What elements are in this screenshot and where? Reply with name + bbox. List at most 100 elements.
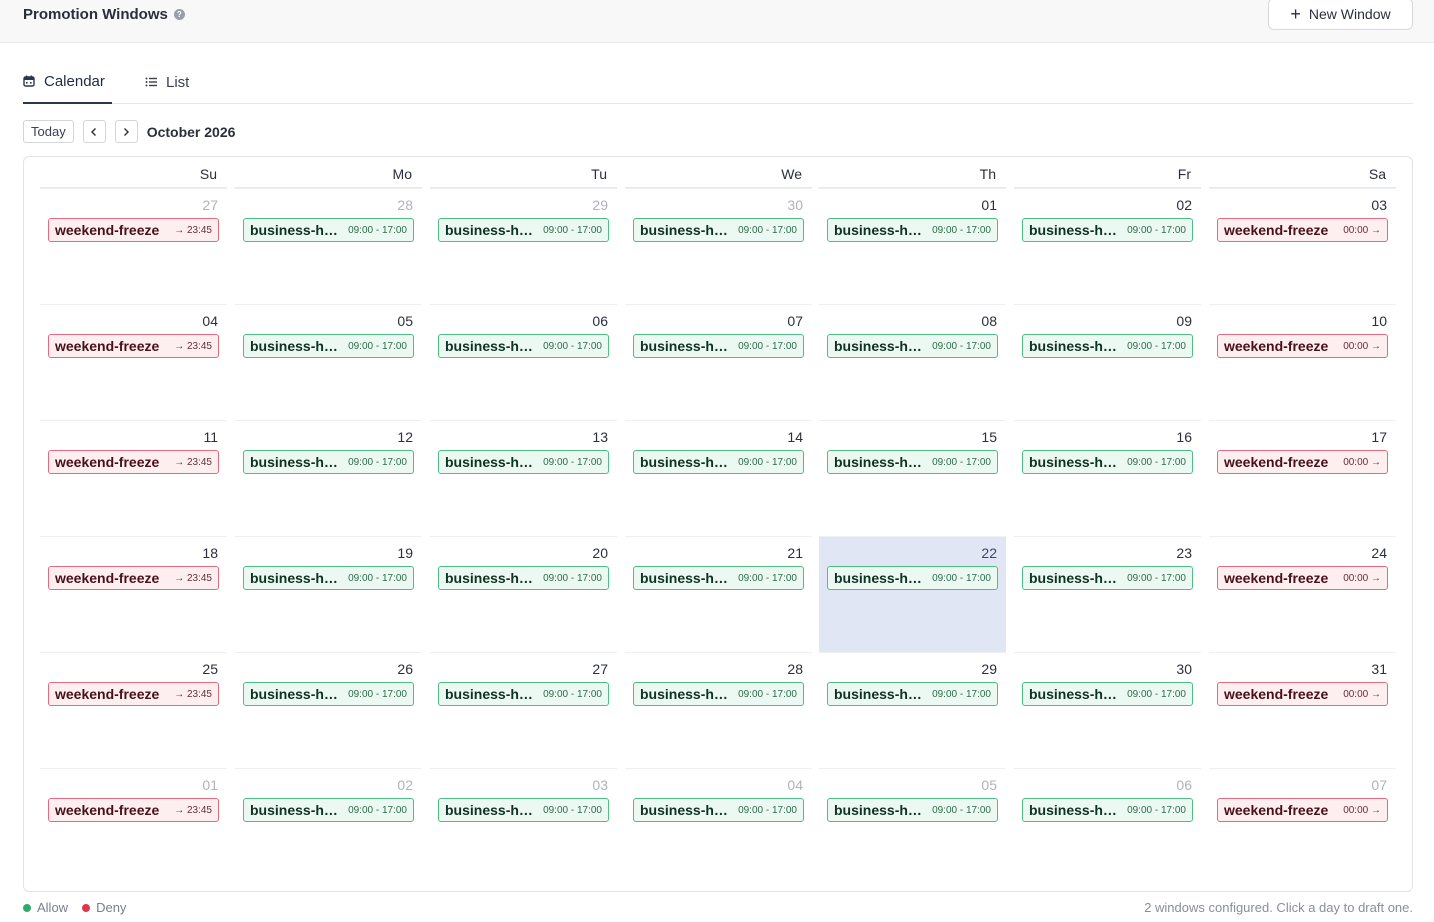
day-cell[interactable]: 30 business-hours 09:00 - 17:00 <box>625 188 812 304</box>
day-cell[interactable]: 09 business-hours 09:00 - 17:00 <box>1014 304 1201 420</box>
day-cell[interactable]: 12 business-hours 09:00 - 17:00 <box>235 420 422 536</box>
allow-window-chip[interactable]: business-hours 09:00 - 17:00 <box>1022 566 1193 590</box>
allow-window-chip[interactable]: business-hours 09:00 - 17:00 <box>438 682 609 706</box>
day-cell[interactable]: 17 weekend-freeze 00:00 → <box>1209 420 1396 536</box>
day-cell[interactable]: 24 weekend-freeze 00:00 → <box>1209 536 1396 652</box>
allow-window-chip[interactable]: business-hours 09:00 - 17:00 <box>827 334 998 358</box>
deny-window-chip[interactable]: weekend-freeze → 23:45 <box>48 682 219 706</box>
day-cell[interactable]: 01 weekend-freeze → 23:45 <box>40 768 227 884</box>
deny-window-chip[interactable]: weekend-freeze → 23:45 <box>48 218 219 242</box>
day-cell[interactable]: 27 business-hours 09:00 - 17:00 <box>430 652 617 768</box>
allow-window-chip[interactable]: business-hours 09:00 - 17:00 <box>243 798 414 822</box>
today-button[interactable]: Today <box>23 120 74 143</box>
deny-window-chip[interactable]: weekend-freeze 00:00 → <box>1217 798 1388 822</box>
day-cell[interactable]: 05 business-hours 09:00 - 17:00 <box>819 768 1006 884</box>
day-cell[interactable]: 07 weekend-freeze 00:00 → <box>1209 768 1396 884</box>
deny-window-chip[interactable]: weekend-freeze → 23:45 <box>48 566 219 590</box>
day-cell[interactable]: 22 business-hours 09:00 - 17:00 <box>819 536 1006 652</box>
allow-window-chip[interactable]: business-hours 09:00 - 17:00 <box>243 566 414 590</box>
day-cell[interactable]: 18 weekend-freeze → 23:45 <box>40 536 227 652</box>
day-cell[interactable]: 31 weekend-freeze 00:00 → <box>1209 652 1396 768</box>
chevron-right-icon <box>124 127 130 136</box>
allow-window-chip[interactable]: business-hours 09:00 - 17:00 <box>827 798 998 822</box>
day-cell[interactable]: 25 weekend-freeze → 23:45 <box>40 652 227 768</box>
deny-window-chip[interactable]: weekend-freeze 00:00 → <box>1217 334 1388 358</box>
tab-calendar[interactable]: Calendar <box>23 60 112 104</box>
deny-window-chip[interactable]: weekend-freeze → 23:45 <box>48 334 219 358</box>
day-cell[interactable]: 29 business-hours 09:00 - 17:00 <box>819 652 1006 768</box>
allow-window-chip[interactable]: business-hours 09:00 - 17:00 <box>633 334 804 358</box>
day-cell[interactable]: 27 weekend-freeze → 23:45 <box>40 188 227 304</box>
allow-window-chip[interactable]: business-hours 09:00 - 17:00 <box>438 218 609 242</box>
allow-window-chip[interactable]: business-hours 09:00 - 17:00 <box>438 450 609 474</box>
allow-window-chip[interactable]: business-hours 09:00 - 17:00 <box>633 682 804 706</box>
day-cell[interactable]: 28 business-hours 09:00 - 17:00 <box>625 652 812 768</box>
day-cell[interactable]: 14 business-hours 09:00 - 17:00 <box>625 420 812 536</box>
allow-window-chip[interactable]: business-hours 09:00 - 17:00 <box>1022 798 1193 822</box>
allow-window-chip[interactable]: business-hours 09:00 - 17:00 <box>243 334 414 358</box>
deny-window-chip[interactable]: weekend-freeze → 23:45 <box>48 450 219 474</box>
allow-window-chip[interactable]: business-hours 09:00 - 17:00 <box>243 218 414 242</box>
window-time: 09:00 - 17:00 <box>738 456 797 468</box>
info-icon[interactable]: ? <box>173 9 185 20</box>
prev-month-button[interactable] <box>82 120 106 143</box>
day-cell[interactable]: 01 business-hours 09:00 - 17:00 <box>819 188 1006 304</box>
deny-window-chip[interactable]: weekend-freeze → 23:45 <box>48 798 219 822</box>
allow-window-chip[interactable]: business-hours 09:00 - 17:00 <box>633 566 804 590</box>
allow-window-chip[interactable]: business-hours 09:00 - 17:00 <box>1022 682 1193 706</box>
allow-window-chip[interactable]: business-hours 09:00 - 17:00 <box>827 450 998 474</box>
allow-window-chip[interactable]: business-hours 09:00 - 17:00 <box>438 798 609 822</box>
window-name: business-hours <box>834 454 926 470</box>
allow-window-chip[interactable]: business-hours 09:00 - 17:00 <box>827 566 998 590</box>
allow-window-chip[interactable]: business-hours 09:00 - 17:00 <box>1022 450 1193 474</box>
day-cell[interactable]: 03 weekend-freeze 00:00 → <box>1209 188 1396 304</box>
day-cell[interactable]: 11 weekend-freeze → 23:45 <box>40 420 227 536</box>
day-cell[interactable]: 06 business-hours 09:00 - 17:00 <box>1014 768 1201 884</box>
day-cell[interactable]: 20 business-hours 09:00 - 17:00 <box>430 536 617 652</box>
day-cell[interactable]: 07 business-hours 09:00 - 17:00 <box>625 304 812 420</box>
day-cell[interactable]: 04 weekend-freeze → 23:45 <box>40 304 227 420</box>
day-cell[interactable]: 13 business-hours 09:00 - 17:00 <box>430 420 617 536</box>
allow-window-chip[interactable]: business-hours 09:00 - 17:00 <box>438 566 609 590</box>
allow-window-chip[interactable]: business-hours 09:00 - 17:00 <box>633 450 804 474</box>
allow-window-chip[interactable]: business-hours 09:00 - 17:00 <box>633 218 804 242</box>
allow-window-chip[interactable]: business-hours 09:00 - 17:00 <box>438 334 609 358</box>
day-cell[interactable]: 02 business-hours 09:00 - 17:00 <box>235 768 422 884</box>
allow-window-chip[interactable]: business-hours 09:00 - 17:00 <box>633 798 804 822</box>
allow-window-chip[interactable]: business-hours 09:00 - 17:00 <box>1022 334 1193 358</box>
day-cell[interactable]: 29 business-hours 09:00 - 17:00 <box>430 188 617 304</box>
day-cell[interactable]: 21 business-hours 09:00 - 17:00 <box>625 536 812 652</box>
deny-window-chip[interactable]: weekend-freeze 00:00 → <box>1217 450 1388 474</box>
day-cell[interactable]: 02 business-hours 09:00 - 17:00 <box>1014 188 1201 304</box>
next-month-button[interactable] <box>114 120 138 143</box>
allow-window-chip[interactable]: business-hours 09:00 - 17:00 <box>827 682 998 706</box>
day-cell[interactable]: 30 business-hours 09:00 - 17:00 <box>1014 652 1201 768</box>
tab-list[interactable]: List <box>145 60 189 104</box>
deny-window-chip[interactable]: weekend-freeze 00:00 → <box>1217 682 1388 706</box>
deny-dot <box>82 903 91 912</box>
deny-window-chip[interactable]: weekend-freeze 00:00 → <box>1217 566 1388 590</box>
window-name: business-hours <box>1029 570 1121 586</box>
new-window-button[interactable]: + New Window <box>1268 0 1413 30</box>
day-number: 14 <box>787 429 803 445</box>
day-cell[interactable]: 04 business-hours 09:00 - 17:00 <box>625 768 812 884</box>
day-cell[interactable]: 10 weekend-freeze 00:00 → <box>1209 304 1396 420</box>
allow-window-chip[interactable]: business-hours 09:00 - 17:00 <box>243 682 414 706</box>
allow-window-chip[interactable]: business-hours 09:00 - 17:00 <box>1022 218 1193 242</box>
day-cell[interactable]: 15 business-hours 09:00 - 17:00 <box>819 420 1006 536</box>
day-cell[interactable]: 06 business-hours 09:00 - 17:00 <box>430 304 617 420</box>
window-time: 09:00 - 17:00 <box>1127 224 1186 236</box>
day-cell[interactable]: 19 business-hours 09:00 - 17:00 <box>235 536 422 652</box>
day-cell[interactable]: 08 business-hours 09:00 - 17:00 <box>819 304 1006 420</box>
day-cell[interactable]: 26 business-hours 09:00 - 17:00 <box>235 652 422 768</box>
deny-window-chip[interactable]: weekend-freeze 00:00 → <box>1217 218 1388 242</box>
allow-window-chip[interactable]: business-hours 09:00 - 17:00 <box>827 218 998 242</box>
day-cell[interactable]: 03 business-hours 09:00 - 17:00 <box>430 768 617 884</box>
window-time: 09:00 - 17:00 <box>932 340 991 352</box>
allow-window-chip[interactable]: business-hours 09:00 - 17:00 <box>243 450 414 474</box>
day-cell[interactable]: 28 business-hours 09:00 - 17:00 <box>235 188 422 304</box>
weekday-header: We <box>625 166 812 188</box>
day-cell[interactable]: 23 business-hours 09:00 - 17:00 <box>1014 536 1201 652</box>
day-cell[interactable]: 16 business-hours 09:00 - 17:00 <box>1014 420 1201 536</box>
day-cell[interactable]: 05 business-hours 09:00 - 17:00 <box>235 304 422 420</box>
